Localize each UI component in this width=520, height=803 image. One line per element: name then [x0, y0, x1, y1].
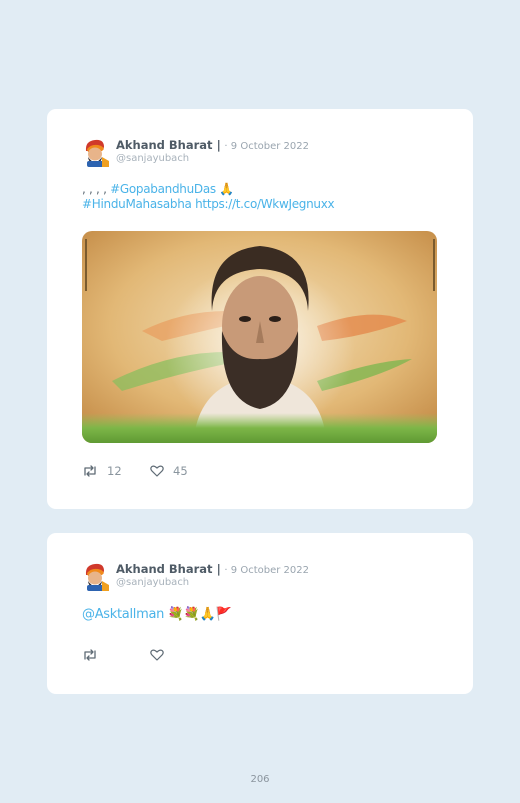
retweet-button[interactable]: 12 — [82, 464, 122, 478]
heart-icon — [150, 649, 164, 661]
author-name[interactable]: Akhand Bharat | — [116, 138, 221, 152]
retweet-icon — [84, 649, 96, 661]
page-number: 206 — [250, 774, 270, 785]
tweet-card: Akhand Bharat | · 9 October 2022 @sanjay… — [47, 533, 473, 694]
author-handle[interactable]: @sanjayubach — [116, 577, 309, 589]
hashtag-link[interactable]: #GopabandhuDas — [110, 182, 216, 196]
url-link[interactable]: https://t.co/WkwJegnuxx — [195, 197, 335, 211]
tweet-text-prefix: , , , , — [82, 182, 111, 196]
tweet-card: Akhand Bharat | · 9 October 2022 @sanjay… — [47, 109, 473, 509]
tweet-text: @Asktallman 💐💐🙏🚩 — [82, 607, 232, 622]
avatar[interactable] — [82, 137, 110, 167]
mention-link[interactable]: @Asktallman — [82, 607, 164, 622]
tweet-text-line-1: , , , , #GopabandhuDas 🙏 — [82, 182, 334, 197]
tweet-media-image[interactable] — [82, 231, 437, 443]
avatar[interactable] — [82, 561, 110, 591]
author-line: Akhand Bharat | · 9 October 2022 — [116, 563, 309, 577]
author-name[interactable]: Akhand Bharat | — [116, 562, 221, 576]
author-line: Akhand Bharat | · 9 October 2022 — [116, 139, 309, 153]
tweet-header: Akhand Bharat | · 9 October 2022 @sanjay… — [116, 563, 309, 589]
tweet-date[interactable]: · 9 October 2022 — [224, 141, 309, 152]
like-button[interactable]: 45 — [150, 464, 188, 478]
retweet-icon — [84, 465, 96, 477]
author-handle[interactable]: @sanjayubach — [116, 153, 309, 165]
retweet-button[interactable] — [82, 649, 107, 661]
emoji: 💐💐🙏🚩 — [167, 607, 232, 622]
tweet-text-line-2: #HinduMahasabha https://t.co/WkwJegnuxx — [82, 197, 335, 212]
tweet-date[interactable]: · 9 October 2022 — [224, 565, 309, 576]
heart-icon — [150, 465, 164, 477]
emoji: 🙏 — [219, 182, 235, 196]
tweet-header: Akhand Bharat | · 9 October 2022 @sanjay… — [116, 139, 309, 165]
hashtag-link[interactable]: #HinduMahasabha — [82, 197, 192, 211]
like-count: 45 — [173, 464, 188, 478]
tweet-text: , , , , #GopabandhuDas 🙏 #HinduMahasabha… — [82, 182, 335, 212]
retweet-count: 12 — [107, 464, 122, 478]
like-button[interactable] — [150, 649, 173, 661]
